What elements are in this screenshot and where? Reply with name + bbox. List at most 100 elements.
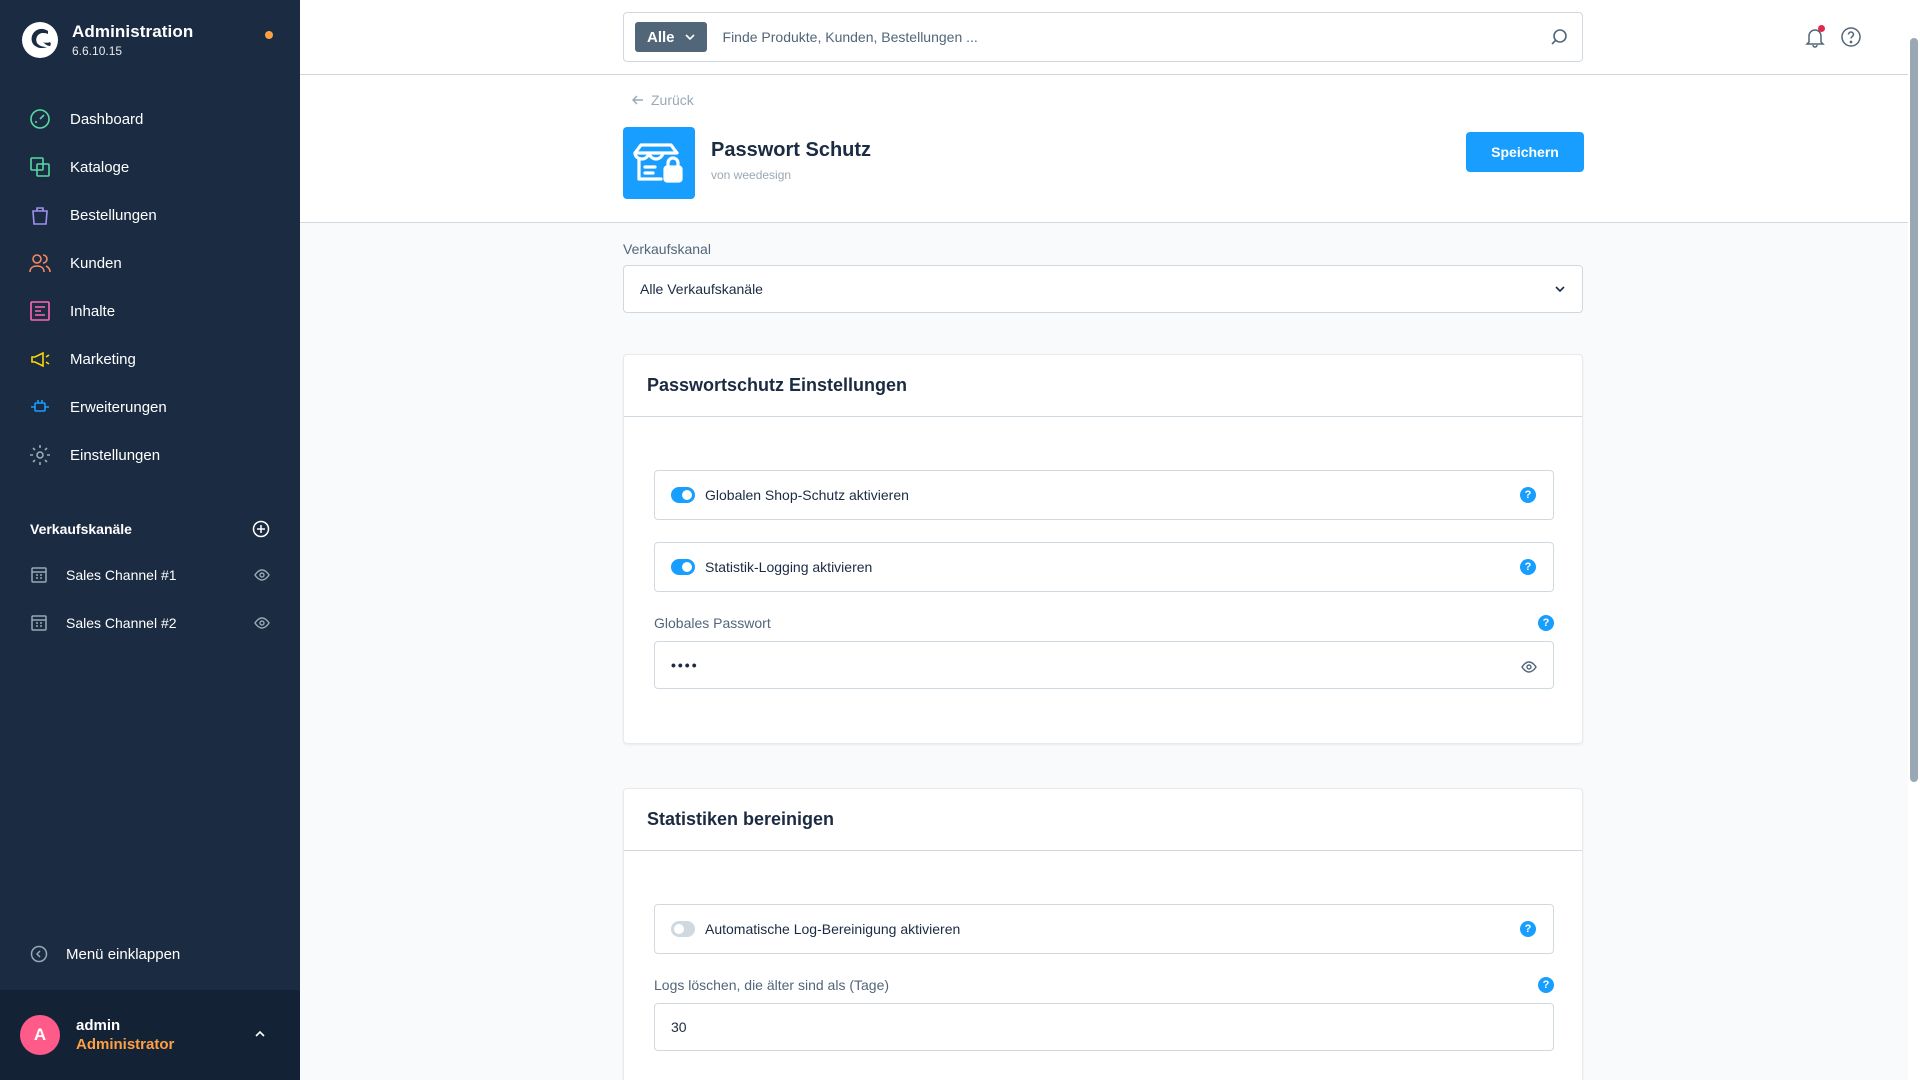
nav-label: Einstellungen: [70, 446, 161, 464]
nav-item-content[interactable]: Inhalte: [0, 287, 300, 335]
card-title: Passwortschutz Einstellungen: [624, 355, 1582, 417]
store-lock-icon: [633, 143, 683, 183]
dashboard-icon: [28, 107, 52, 131]
search-input[interactable]: [722, 29, 1523, 45]
search-type-dropdown[interactable]: Alle: [635, 22, 707, 52]
page-header: Zurück Passwort Schutz von weedesign Spe…: [300, 75, 1908, 223]
global-password-field[interactable]: ••••: [654, 641, 1554, 689]
avatar: A: [20, 1015, 60, 1055]
sales-channel-select-value: Alle Verkaufskanäle: [640, 281, 763, 297]
storefront-icon: [30, 565, 50, 585]
sales-channel-label: Sales Channel #2: [66, 615, 177, 631]
days-label: Logs löschen, die älter sind als (Tage): [654, 977, 890, 993]
orders-icon: [28, 203, 52, 227]
help-tooltip-icon[interactable]: ?: [1520, 921, 1536, 937]
nav-item-customers[interactable]: Kunden: [0, 239, 300, 287]
page-title: Passwort Schutz: [711, 139, 872, 161]
search-type-label: Alle: [647, 28, 675, 46]
back-link[interactable]: Zurück: [631, 92, 694, 108]
switch-label: Globalen Shop-Schutz aktivieren: [705, 487, 909, 503]
nav-item-orders[interactable]: Bestellungen: [0, 191, 300, 239]
days-value: 30: [671, 1019, 687, 1035]
statistics-logging-switch-field[interactable]: Statistik-Logging aktivieren ?: [654, 542, 1554, 592]
help-tooltip-icon[interactable]: ?: [1538, 977, 1554, 993]
scrollbar-thumb[interactable]: [1910, 38, 1918, 782]
nav-label: Bestellungen: [70, 206, 157, 224]
nav-item-extensions[interactable]: Erweiterungen: [0, 383, 300, 431]
storefront-icon: [30, 613, 50, 633]
nav-item-dashboard[interactable]: Dashboard: [0, 95, 300, 143]
sales-channels-heading: Verkaufskanäle: [30, 520, 270, 538]
eye-icon[interactable]: [1521, 659, 1537, 675]
switch-label: Automatische Log-Bereinigung aktivieren: [705, 921, 961, 937]
brand[interactable]: Administration 6.6.10.15: [20, 20, 193, 60]
global-protection-switch-field[interactable]: Globalen Shop-Schutz aktivieren ?: [654, 470, 1554, 520]
shopware-logo-icon: [22, 22, 58, 58]
content-icon: [28, 299, 52, 323]
save-button[interactable]: Speichern: [1466, 132, 1584, 172]
brand-version: 6.6.10.15: [72, 44, 123, 58]
password-label: Globales Passwort: [654, 615, 771, 631]
nav-item-catalogues[interactable]: Kataloge: [0, 143, 300, 191]
nav-label: Marketing: [70, 350, 136, 368]
back-label: Zurück: [651, 92, 694, 108]
extension-logo: [623, 127, 695, 199]
main-content: Verkaufskanal Alle Verkaufskanäle Passwo…: [623, 223, 1583, 1080]
page-scrollbar[interactable]: [1908, 0, 1920, 1080]
update-indicator-dot: [265, 31, 273, 39]
nav-item-settings[interactable]: Einstellungen: [0, 431, 300, 479]
top-bar: Alle: [300, 0, 1908, 75]
help-icon[interactable]: [1840, 26, 1862, 48]
switch-label: Statistik-Logging aktivieren: [705, 559, 873, 575]
collapse-menu-label: Menü einklappen: [66, 945, 181, 963]
chevron-left-circle-icon: [30, 945, 48, 963]
notification-badge: [1818, 25, 1825, 32]
help-tooltip-icon[interactable]: ?: [1520, 559, 1536, 575]
search-icon[interactable]: [1550, 28, 1568, 46]
nav-item-marketing[interactable]: Marketing: [0, 335, 300, 383]
help-tooltip-icon[interactable]: ?: [1520, 487, 1536, 503]
statistics-logging-toggle[interactable]: [671, 559, 695, 575]
nav-label: Erweiterungen: [70, 398, 167, 416]
nav-label: Inhalte: [70, 302, 116, 320]
user-role: Administrator: [76, 1036, 175, 1053]
add-sales-channel-icon[interactable]: [252, 520, 270, 538]
sales-channel-label: Sales Channel #1: [66, 567, 177, 583]
days-label-row: Logs löschen, die älter sind als (Tage) …: [654, 977, 1554, 993]
sidebar: Administration 6.6.10.15 Dashboard Katal…: [0, 0, 300, 1080]
chevron-down-icon: [684, 34, 695, 41]
marketing-icon: [28, 347, 52, 371]
sales-channel-select[interactable]: Alle Verkaufskanäle: [623, 265, 1583, 313]
help-tooltip-icon[interactable]: ?: [1538, 615, 1554, 631]
password-value: ••••: [671, 657, 699, 673]
user-name: admin: [76, 1017, 121, 1034]
card-title: Statistiken bereinigen: [624, 789, 1582, 851]
log-cleanup-switch-field[interactable]: Automatische Log-Bereinigung aktivieren …: [654, 904, 1554, 954]
password-label-row: Globales Passwort ?: [654, 615, 1554, 631]
global-search: Alle: [623, 12, 1583, 62]
catalogue-icon: [28, 155, 52, 179]
extensions-icon: [28, 395, 52, 419]
statistics-cleanup-card: Statistiken bereinigen Automatische Log-…: [623, 788, 1583, 1080]
user-menu[interactable]: A admin Administrator: [0, 990, 300, 1080]
eye-icon[interactable]: [254, 567, 270, 583]
customers-icon: [28, 251, 52, 275]
nav-label: Dashboard: [70, 110, 144, 128]
brand-title: Administration: [72, 22, 194, 41]
sales-channel-select-label: Verkaufskanal: [623, 241, 711, 257]
password-settings-card: Passwortschutz Einstellungen Globalen Sh…: [623, 354, 1583, 744]
global-protection-toggle[interactable]: [671, 487, 695, 503]
sales-channel-item[interactable]: Sales Channel #2: [30, 603, 270, 643]
extension-author: von weedesign: [711, 168, 792, 182]
nav-label: Kataloge: [70, 158, 130, 176]
log-cleanup-toggle[interactable]: [671, 921, 695, 937]
days-input[interactable]: 30: [654, 1003, 1554, 1051]
eye-icon[interactable]: [254, 615, 270, 631]
nav-label: Kunden: [70, 254, 122, 272]
collapse-menu-button[interactable]: Menü einklappen: [30, 945, 180, 963]
settings-icon: [28, 443, 52, 467]
arrow-left-icon: [632, 95, 643, 105]
chevron-down-icon: [1555, 286, 1565, 293]
sales-channels-title: Verkaufskanäle: [30, 521, 132, 537]
sales-channel-item[interactable]: Sales Channel #1: [30, 555, 270, 595]
